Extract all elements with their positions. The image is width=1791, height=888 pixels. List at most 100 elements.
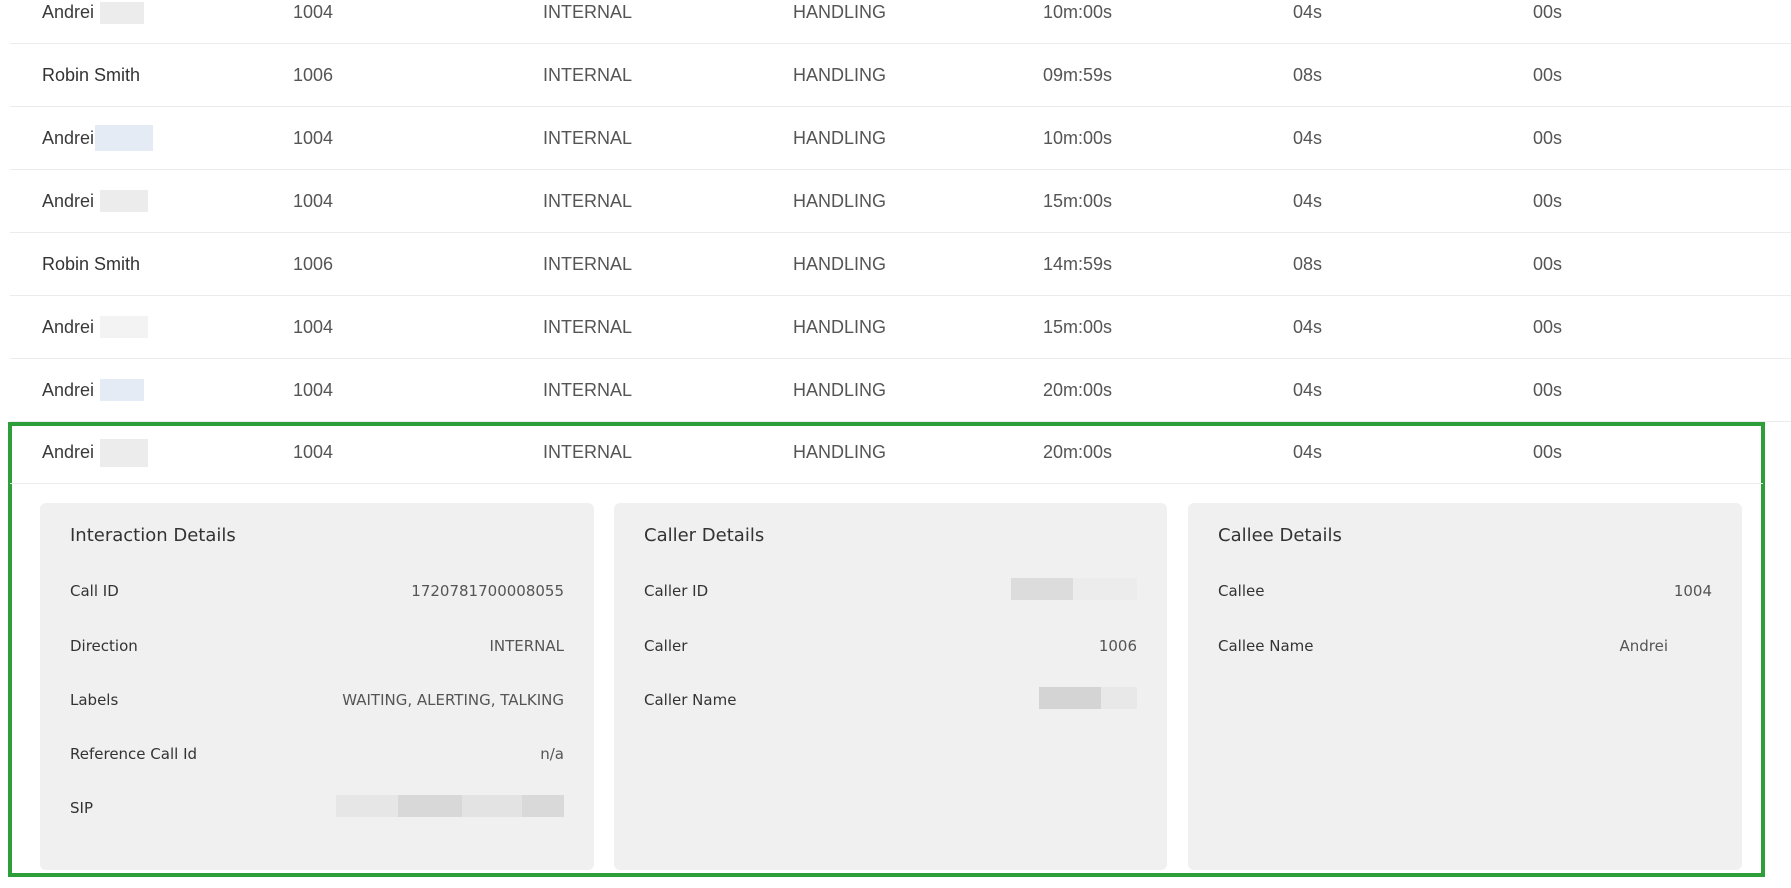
reference-call-id-label: Reference Call Id (70, 745, 198, 763)
state-cell: HANDLING (793, 379, 887, 400)
hold-cell: 00s (1533, 253, 1563, 274)
direction-cell: INTERNAL (543, 2, 633, 22)
agent-name: Robin Smith (42, 253, 141, 274)
agent-name: Andrei (42, 190, 95, 211)
reference-call-id-row: Reference Call Id n/a (70, 745, 564, 769)
call-id-value: 1720781700008055 (411, 582, 564, 600)
agent-name: Andrei (42, 127, 95, 148)
direction-row: Direction INTERNAL (70, 637, 564, 661)
direction-cell: INTERNAL (543, 64, 633, 85)
wait-cell: 04s (1293, 127, 1323, 148)
hold-cell: 00s (1533, 127, 1563, 148)
direction-cell: INTERNAL (543, 127, 633, 148)
table-row[interactable]: Robin Smith 1006 INTERNAL HANDLING 14m:5… (10, 233, 1791, 296)
hold-cell: 00s (1533, 379, 1563, 400)
wait-cell: 08s (1293, 64, 1323, 85)
state-cell: HANDLING (793, 2, 887, 22)
callee-value: 1004 (1673, 582, 1712, 600)
interaction-details-panel: Interaction Details Call ID 172078170000… (40, 503, 594, 870)
caller-id-value-redacted (1011, 578, 1137, 600)
redacted-surname (100, 316, 149, 338)
extension-cell: 1004 (293, 442, 334, 462)
panel-title: Caller Details (644, 525, 765, 546)
direction-cell: INTERNAL (543, 253, 633, 274)
duration-cell: 09m:59s (1043, 64, 1113, 85)
wait-cell: 08s (1293, 253, 1323, 274)
hold-cell: 00s (1533, 190, 1563, 211)
agent-cell: Andrei (42, 170, 149, 232)
direction-label: Direction (70, 637, 138, 655)
expanded-row-container: Andrei 1004 INTERNAL HANDLING 20m:00s 04… (10, 422, 1763, 484)
direction-cell: INTERNAL (543, 316, 633, 337)
duration-cell: 10m:00s (1043, 127, 1113, 148)
state-cell: HANDLING (793, 64, 887, 85)
sip-value-redacted (336, 795, 564, 817)
table-row-selected[interactable]: Andrei 1004 INTERNAL HANDLING 20m:00s 04… (10, 422, 1763, 484)
callee-row: Callee 1004 (1218, 582, 1712, 606)
callee-name-label: Callee Name (1218, 637, 1314, 655)
call-id-label: Call ID (70, 582, 119, 600)
agent-cell: Andrei (42, 422, 149, 483)
duration-cell: 10m:00s (1043, 2, 1113, 22)
callee-name-value: Andrei (1619, 637, 1668, 655)
caller-row: Caller 1006 (644, 637, 1137, 661)
duration-cell: 20m:00s (1043, 379, 1113, 400)
caller-details-panel: Caller Details Caller ID Caller 1006 Cal… (614, 503, 1167, 870)
extension-cell: 1006 (293, 64, 334, 85)
agent-name: Andrei (42, 442, 95, 462)
extension-cell: 1004 (293, 190, 334, 211)
sip-row: SIP (70, 795, 564, 823)
agent-name: Andrei (42, 379, 95, 400)
table-row[interactable]: Robin Smith 1006 INTERNAL HANDLING 09m:5… (10, 44, 1791, 107)
state-cell: HANDLING (793, 442, 887, 462)
reference-call-id-value: n/a (540, 745, 564, 763)
agent-cell: Andrei (42, 0, 145, 24)
call-id-row: Call ID 1720781700008055 (70, 582, 564, 606)
callee-details-panel: Callee Details Callee 1004 Callee Name A… (1188, 503, 1742, 870)
agent-cell: Andrei (42, 296, 149, 358)
redacted-surname (100, 379, 145, 401)
interactions-table: Andrei 1004 INTERNAL HANDLING 10m:00s 04… (10, 0, 1791, 422)
agent-cell: Andrei (42, 359, 145, 421)
table-row[interactable]: Andrei 1004 INTERNAL HANDLING 20m:00s 04… (10, 359, 1791, 422)
state-cell: HANDLING (793, 190, 887, 211)
agent-name: Andrei (42, 2, 95, 22)
direction-cell: INTERNAL (543, 190, 633, 211)
caller-value: 1006 (1098, 637, 1137, 655)
wait-cell: 04s (1293, 379, 1323, 400)
duration-cell: 20m:00s (1043, 442, 1113, 462)
extension-cell: 1004 (293, 379, 334, 400)
wait-cell: 04s (1293, 316, 1323, 337)
panel-title: Callee Details (1218, 525, 1342, 546)
caller-label: Caller (644, 637, 688, 655)
caller-name-value-redacted (1039, 687, 1137, 709)
caller-name-label: Caller Name (644, 691, 737, 709)
labels-row: Labels WAITING, ALERTING, TALKING (70, 691, 564, 715)
callee-label: Callee (1218, 582, 1265, 600)
extension-cell: 1004 (293, 316, 334, 337)
duration-cell: 15m:00s (1043, 316, 1113, 337)
duration-cell: 14m:59s (1043, 253, 1113, 274)
labels-value: WAITING, ALERTING, TALKING (342, 691, 564, 709)
direction-cell: INTERNAL (543, 442, 633, 462)
hold-cell: 00s (1533, 64, 1563, 85)
table-row[interactable]: Andrei 1004 INTERNAL HANDLING 15m:00s 04… (10, 170, 1791, 233)
caller-name-row: Caller Name (644, 687, 1137, 715)
panel-title: Interaction Details (70, 525, 236, 546)
labels-label: Labels (70, 691, 119, 709)
agent-name: Andrei (42, 316, 95, 337)
extension-cell: 1004 (293, 2, 334, 22)
state-cell: HANDLING (793, 127, 887, 148)
table-row[interactable]: Andrei 1004 INTERNAL HANDLING 10m:00s 04… (10, 0, 1791, 44)
redacted-surname (100, 190, 149, 212)
table-row[interactable]: Andrei 1004 INTERNAL HANDLING 10m:00s 04… (10, 107, 1791, 170)
table-row[interactable]: Andrei 1004 INTERNAL HANDLING 15m:00s 04… (10, 296, 1791, 359)
extension-cell: 1006 (293, 253, 334, 274)
sip-label: SIP (70, 799, 93, 817)
state-cell: HANDLING (793, 253, 887, 274)
redacted-surname (100, 438, 149, 467)
hold-cell: 00s (1533, 442, 1563, 462)
agent-name: Robin Smith (42, 64, 141, 85)
extension-cell: 1004 (293, 127, 334, 148)
agent-cell: Andrei (42, 107, 154, 169)
